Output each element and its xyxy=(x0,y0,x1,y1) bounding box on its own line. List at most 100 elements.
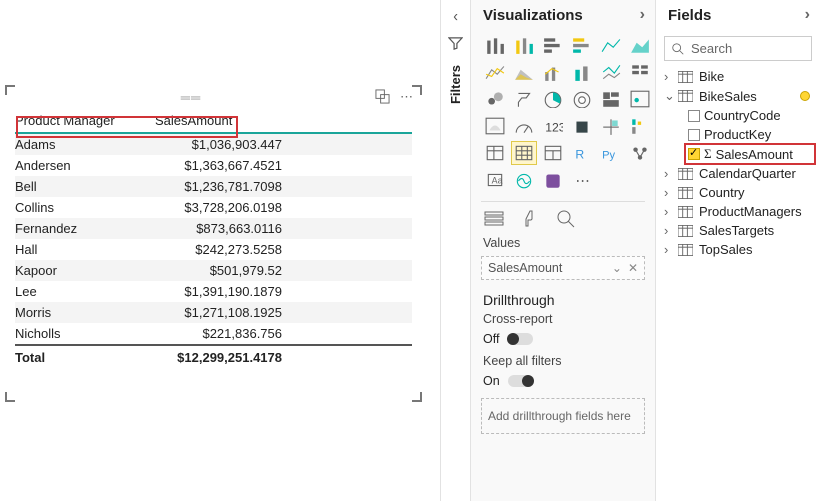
chevron-right-icon[interactable]: › xyxy=(640,6,645,24)
resize-handle-br[interactable] xyxy=(412,392,422,402)
column-header-sales-amount[interactable]: SalesAmount xyxy=(155,113,285,128)
viz-type-31[interactable] xyxy=(512,169,536,191)
table-row[interactable]: Hall$242,273.5258 xyxy=(15,239,412,260)
viz-type-29[interactable] xyxy=(628,142,652,164)
field-dropdown-icon[interactable]: ⌄ xyxy=(612,261,622,275)
viz-type-22[interactable] xyxy=(599,115,623,137)
remove-field-icon[interactable]: ✕ xyxy=(628,261,638,275)
resize-handle-tl[interactable] xyxy=(5,85,15,95)
viz-type-2[interactable] xyxy=(541,34,565,56)
table-row[interactable]: Nicholls$221,836.756 xyxy=(15,323,412,344)
viz-type-17[interactable] xyxy=(628,88,652,110)
viz-type-13[interactable] xyxy=(512,88,536,110)
values-field-name: SalesAmount xyxy=(488,261,562,275)
drillthrough-drop-zone[interactable]: Add drillthrough fields here xyxy=(481,398,645,434)
format-tab-icon[interactable] xyxy=(519,208,541,228)
field-checkbox[interactable] xyxy=(688,148,700,160)
viz-type-23[interactable] xyxy=(628,115,652,137)
drag-grip-icon[interactable]: ══ xyxy=(181,90,201,105)
report-canvas[interactable]: ══ ⋯ Product Manager SalesAmount Adams$1… xyxy=(0,0,440,501)
viz-type-5[interactable] xyxy=(628,34,652,56)
viz-type-4[interactable] xyxy=(599,34,623,56)
table-name: Country xyxy=(699,185,745,200)
viz-type-26[interactable] xyxy=(541,142,565,164)
viz-type-12[interactable] xyxy=(483,88,507,110)
field-productkey[interactable]: ProductKey xyxy=(686,125,814,144)
fields-tab-icon[interactable] xyxy=(483,208,505,228)
table-node-productmanagers[interactable]: ›ProductManagers xyxy=(662,202,814,221)
cross-report-toggle[interactable] xyxy=(507,333,533,345)
filters-pane-collapsed[interactable]: › Filters xyxy=(440,0,470,501)
viz-type-9[interactable] xyxy=(570,61,594,83)
fields-search-input[interactable]: Search xyxy=(664,36,812,61)
viz-type-27[interactable]: R xyxy=(570,142,594,164)
viz-type-30[interactable]: Aa xyxy=(483,169,507,191)
table-node-bikesales[interactable]: ⌄BikeSales xyxy=(662,86,814,106)
table-node-salestargets[interactable]: ›SalesTargets xyxy=(662,221,814,240)
chevron-left-icon[interactable]: › xyxy=(453,8,458,26)
viz-type-21[interactable] xyxy=(570,115,594,137)
table-row[interactable]: Morris$1,271,108.1925 xyxy=(15,302,412,323)
caret-right-icon[interactable]: › xyxy=(664,204,674,219)
caret-right-icon[interactable]: › xyxy=(664,185,674,200)
viz-type-8[interactable] xyxy=(541,61,565,83)
viz-type-0[interactable] xyxy=(483,34,507,56)
values-field-well[interactable]: SalesAmount ⌄ ✕ xyxy=(481,256,645,280)
table-row[interactable]: Bell$1,236,781.7098 xyxy=(15,176,412,197)
viz-type-6[interactable] xyxy=(483,61,507,83)
caret-down-icon[interactable]: ⌄ xyxy=(664,88,674,104)
caret-right-icon[interactable]: › xyxy=(664,223,674,238)
viz-type-14[interactable] xyxy=(541,88,565,110)
focus-mode-icon[interactable] xyxy=(375,89,390,104)
viz-type-16[interactable] xyxy=(599,88,623,110)
viz-type-24[interactable] xyxy=(483,142,507,164)
cell-manager: Collins xyxy=(15,200,155,215)
viz-type-1[interactable] xyxy=(512,34,536,56)
viz-type-7[interactable] xyxy=(512,61,536,83)
table-node-bike[interactable]: ›Bike xyxy=(662,67,814,86)
table-node-calendarquarter[interactable]: › CalendarQuarter xyxy=(662,164,814,183)
viz-type-11[interactable] xyxy=(628,61,652,83)
svg-text:R: R xyxy=(575,148,584,162)
viz-type-15[interactable] xyxy=(570,88,594,110)
analytics-tab-icon[interactable] xyxy=(555,208,577,228)
viz-type-19[interactable] xyxy=(512,115,536,137)
table-name: CalendarQuarter xyxy=(699,166,796,181)
resize-handle-bl[interactable] xyxy=(5,392,15,402)
table-row[interactable]: Collins$3,728,206.0198 xyxy=(15,197,412,218)
viz-type-20[interactable]: 123 xyxy=(541,115,565,137)
field-name: CountryCode xyxy=(704,108,781,123)
field-checkbox[interactable] xyxy=(688,110,700,122)
cell-manager: Morris xyxy=(15,305,155,320)
resize-handle-tr[interactable] xyxy=(412,85,422,95)
table-row[interactable]: Andersen$1,363,667.4521 xyxy=(15,155,412,176)
viz-type-33[interactable]: ⋯ xyxy=(570,169,594,191)
keep-filters-toggle[interactable] xyxy=(508,375,534,387)
viz-type-25[interactable] xyxy=(512,142,536,164)
table-row[interactable]: Fernandez$873,663.0116 xyxy=(15,218,412,239)
viz-type-32[interactable] xyxy=(541,169,565,191)
caret-right-icon[interactable]: › xyxy=(664,166,674,181)
table-visual[interactable]: ══ ⋯ Product Manager SalesAmount Adams$1… xyxy=(6,86,421,401)
chevron-right-icon[interactable]: › xyxy=(805,6,810,24)
field-name: SalesAmount xyxy=(716,147,793,162)
field-salesamount[interactable]: ΣSalesAmount xyxy=(686,144,814,164)
caret-right-icon[interactable]: › xyxy=(664,69,674,84)
table-node-country[interactable]: › Country xyxy=(662,183,814,202)
viz-type-28[interactable]: Py xyxy=(599,142,623,164)
table-row[interactable]: Adams$1,036,903.447 xyxy=(15,134,412,155)
field-checkbox[interactable] xyxy=(688,129,700,141)
caret-right-icon[interactable]: › xyxy=(664,242,674,257)
viz-type-3[interactable] xyxy=(570,34,594,56)
table-row[interactable]: Lee$1,391,190.1879 xyxy=(15,281,412,302)
viz-type-18[interactable] xyxy=(483,115,507,137)
viz-type-10[interactable] xyxy=(599,61,623,83)
table-row[interactable]: Kapoor$501,979.52 xyxy=(15,260,412,281)
cell-amount: $1,391,190.1879 xyxy=(155,284,412,299)
table-icon xyxy=(678,187,693,199)
field-countrycode[interactable]: CountryCode xyxy=(686,106,814,125)
svg-text:123: 123 xyxy=(545,121,563,135)
cell-manager: Fernandez xyxy=(15,221,155,236)
column-header-product-manager[interactable]: Product Manager xyxy=(15,113,155,128)
table-node-topsales[interactable]: ›TopSales xyxy=(662,240,814,259)
